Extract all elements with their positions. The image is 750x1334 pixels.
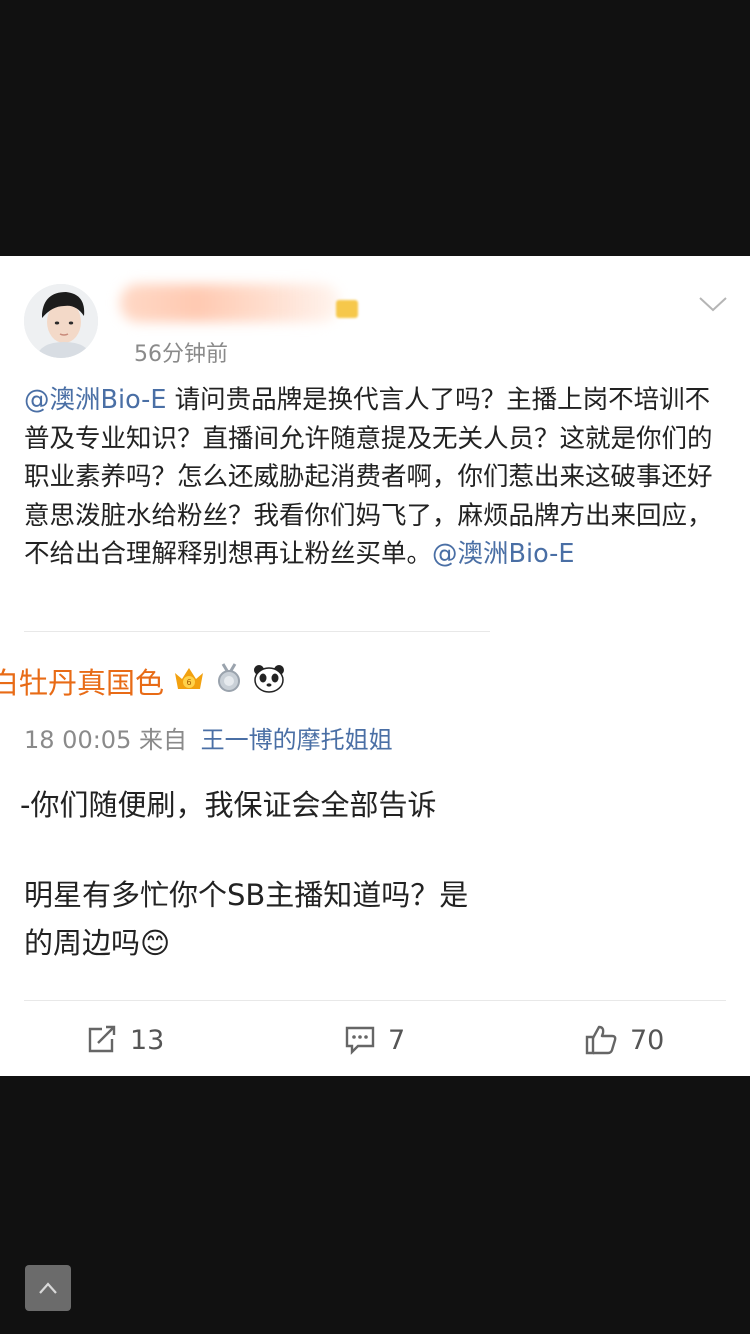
medal-icon (214, 662, 244, 701)
embedded-text-line: 的周边吗😊 (24, 926, 171, 960)
post-time: 56分钟前 (134, 342, 228, 367)
comment-icon (345, 1026, 375, 1055)
member-badge-icon (336, 300, 358, 318)
divider (24, 631, 490, 632)
repost-icon (88, 1025, 116, 1053)
post-content: @澳洲Bio-E 请问贵品牌是换代言人了吗？主播上岗不培训不普及专业知识？直播间… (24, 381, 724, 574)
embedded-username[interactable]: 白牡丹真国色 6 (0, 660, 286, 702)
panda-icon (252, 663, 286, 700)
chevron-down-icon[interactable] (698, 294, 728, 314)
like-button[interactable]: 70 (584, 1020, 664, 1060)
back-to-top-button[interactable] (25, 1265, 71, 1311)
repost-button[interactable]: 13 (86, 1020, 164, 1060)
embedded-text-line: -你们随便刷，我保证会全部告诉 (20, 788, 437, 822)
comment-count: 7 (388, 1024, 406, 1056)
divider (24, 1000, 726, 1001)
crown-badge-icon: 6 (172, 663, 206, 700)
embedded-text-line: 明星有多忙你个SB主播知道吗？是 (24, 878, 469, 912)
svg-text:6: 6 (186, 678, 191, 687)
username-blurred[interactable] (120, 284, 340, 322)
repost-count: 13 (130, 1024, 165, 1056)
thumbs-up-icon (585, 1025, 617, 1055)
embedded-screenshot: 白牡丹真国色 6 18 00:05 来自 王一博的摩托姐姐 -你们随便刷，我保证… (0, 648, 490, 968)
embedded-source-link[interactable]: 王一博的摩托姐姐 (201, 726, 393, 754)
comment-button[interactable]: 7 (344, 1020, 405, 1060)
weibo-post-card: 56分钟前 @澳洲Bio-E 请问贵品牌是换代言人了吗？主播上岗不培训不普及专业… (0, 256, 750, 1076)
mention-link[interactable]: @澳洲Bio-E (432, 539, 574, 569)
avatar[interactable] (24, 284, 98, 358)
embedded-meta: 18 00:05 来自 王一博的摩托姐姐 (24, 726, 393, 754)
like-count: 70 (630, 1024, 665, 1056)
arrow-up-icon (39, 1282, 57, 1294)
mention-link[interactable]: @澳洲Bio-E (24, 385, 166, 415)
